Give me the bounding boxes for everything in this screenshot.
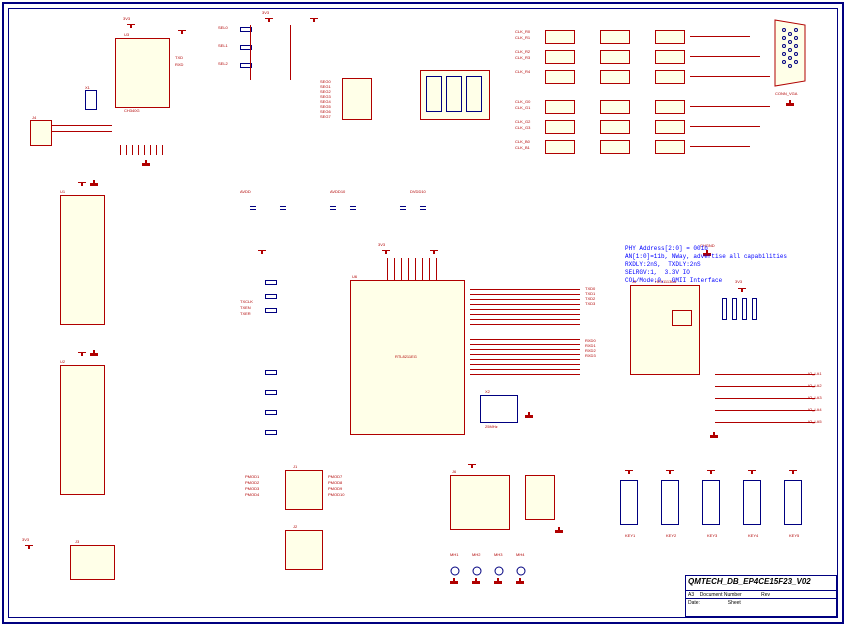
schematic-canvas (0, 0, 846, 626)
